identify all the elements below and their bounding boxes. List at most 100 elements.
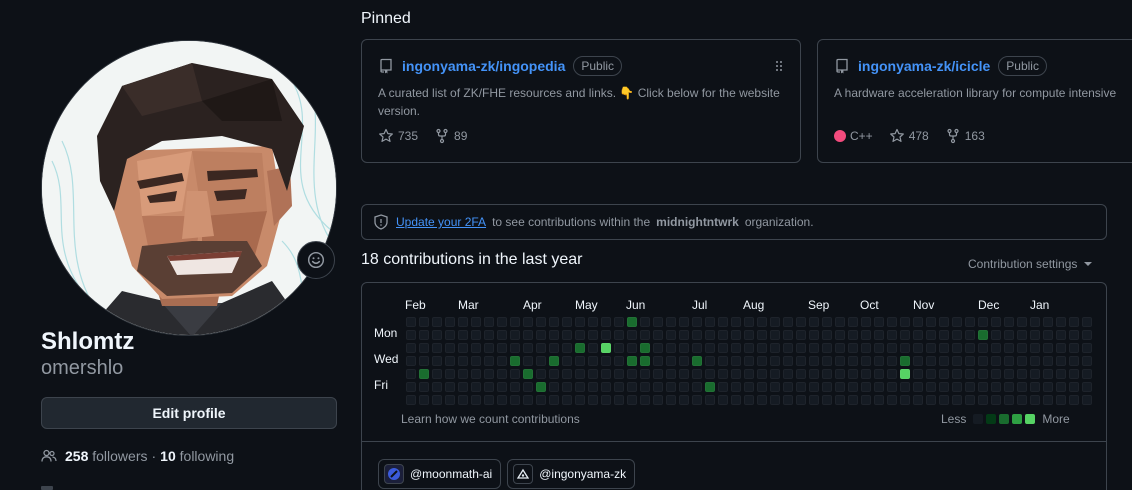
contribution-day[interactable] — [510, 330, 520, 340]
contribution-day[interactable] — [965, 395, 975, 405]
contribution-day[interactable] — [991, 395, 1001, 405]
contribution-day[interactable] — [484, 382, 494, 392]
contribution-day[interactable] — [861, 330, 871, 340]
contribution-day[interactable] — [731, 382, 741, 392]
contribution-day[interactable] — [588, 369, 598, 379]
contribution-day[interactable] — [471, 369, 481, 379]
contribution-day[interactable] — [1056, 382, 1066, 392]
contribution-day[interactable] — [848, 343, 858, 353]
contribution-day[interactable] — [536, 317, 546, 327]
contribution-day[interactable] — [835, 369, 845, 379]
contribution-day[interactable] — [1017, 317, 1027, 327]
contribution-day[interactable] — [523, 317, 533, 327]
contribution-day[interactable] — [939, 330, 949, 340]
contribution-day[interactable] — [445, 317, 455, 327]
contribution-day[interactable] — [835, 330, 845, 340]
contribution-day[interactable] — [705, 356, 715, 366]
contribution-day[interactable] — [653, 369, 663, 379]
contribution-day[interactable] — [952, 356, 962, 366]
contribution-day[interactable] — [1017, 330, 1027, 340]
contribution-day[interactable] — [757, 330, 767, 340]
contribution-day[interactable] — [536, 369, 546, 379]
contribution-day[interactable] — [731, 330, 741, 340]
contribution-day[interactable] — [549, 369, 559, 379]
contribution-day[interactable] — [1082, 395, 1092, 405]
org-filter-moonmath-ai[interactable]: @moonmath-ai — [378, 459, 502, 489]
contribution-day[interactable] — [900, 317, 910, 327]
contribution-day[interactable] — [809, 369, 819, 379]
contribution-day[interactable] — [562, 395, 572, 405]
contribution-day[interactable] — [1056, 395, 1066, 405]
contribution-day[interactable] — [575, 356, 585, 366]
contribution-day[interactable] — [614, 395, 624, 405]
contribution-day[interactable] — [471, 382, 481, 392]
contribution-day[interactable] — [926, 330, 936, 340]
contribution-day[interactable] — [718, 356, 728, 366]
contribution-day[interactable] — [458, 356, 468, 366]
contribution-day[interactable] — [614, 356, 624, 366]
contribution-day[interactable] — [627, 330, 637, 340]
contribution-day[interactable] — [1004, 382, 1014, 392]
contribution-day[interactable] — [640, 395, 650, 405]
contribution-day[interactable] — [848, 356, 858, 366]
contribution-day[interactable] — [536, 356, 546, 366]
contribution-day[interactable] — [887, 317, 897, 327]
contribution-day[interactable] — [1043, 317, 1053, 327]
contribution-day[interactable] — [822, 330, 832, 340]
contribution-day[interactable] — [653, 395, 663, 405]
contribution-day[interactable] — [458, 382, 468, 392]
contribution-day[interactable] — [692, 330, 702, 340]
contribution-day[interactable] — [406, 369, 416, 379]
contribution-day[interactable] — [588, 317, 598, 327]
contribution-day[interactable] — [588, 330, 598, 340]
contribution-day[interactable] — [1004, 369, 1014, 379]
contribution-day[interactable] — [913, 356, 923, 366]
contribution-day[interactable] — [744, 395, 754, 405]
contribution-day[interactable] — [900, 330, 910, 340]
contribution-day[interactable] — [939, 395, 949, 405]
contribution-day[interactable] — [640, 369, 650, 379]
contribution-day[interactable] — [887, 395, 897, 405]
contribution-day[interactable] — [484, 395, 494, 405]
contribution-day[interactable] — [874, 395, 884, 405]
contribution-day[interactable] — [900, 395, 910, 405]
contribution-day[interactable] — [549, 330, 559, 340]
contribution-day[interactable] — [900, 382, 910, 392]
contribution-day[interactable] — [796, 395, 806, 405]
contribution-day[interactable] — [458, 317, 468, 327]
contribution-day[interactable] — [1017, 369, 1027, 379]
contribution-day[interactable] — [1030, 317, 1040, 327]
contribution-day[interactable] — [757, 343, 767, 353]
contribution-day[interactable] — [1069, 395, 1079, 405]
contribution-day[interactable] — [484, 356, 494, 366]
contribution-day[interactable] — [601, 382, 611, 392]
contribution-day[interactable] — [965, 343, 975, 353]
contribution-day[interactable] — [770, 369, 780, 379]
contribution-day[interactable] — [978, 356, 988, 366]
contribution-day[interactable] — [692, 343, 702, 353]
contribution-day[interactable] — [978, 330, 988, 340]
contribution-day[interactable] — [614, 369, 624, 379]
contribution-day[interactable] — [406, 330, 416, 340]
contribution-day[interactable] — [523, 356, 533, 366]
contribution-day[interactable] — [575, 395, 585, 405]
contribution-day[interactable] — [718, 317, 728, 327]
contribution-day[interactable] — [445, 343, 455, 353]
contribution-day[interactable] — [887, 343, 897, 353]
contribution-day[interactable] — [1030, 382, 1040, 392]
contribution-day[interactable] — [796, 356, 806, 366]
contribution-day[interactable] — [419, 369, 429, 379]
contribution-day[interactable] — [406, 317, 416, 327]
contribution-day[interactable] — [484, 317, 494, 327]
contribution-day[interactable] — [419, 330, 429, 340]
contribution-day[interactable] — [679, 382, 689, 392]
contribution-day[interactable] — [653, 330, 663, 340]
contribution-day[interactable] — [991, 317, 1001, 327]
contribution-day[interactable] — [1069, 369, 1079, 379]
contribution-day[interactable] — [991, 356, 1001, 366]
contribution-day[interactable] — [848, 395, 858, 405]
contribution-day[interactable] — [809, 330, 819, 340]
org-filter-ingonyama-zk[interactable]: @ingonyama-zk — [507, 459, 636, 489]
contribution-day[interactable] — [1043, 343, 1053, 353]
contribution-day[interactable] — [770, 382, 780, 392]
